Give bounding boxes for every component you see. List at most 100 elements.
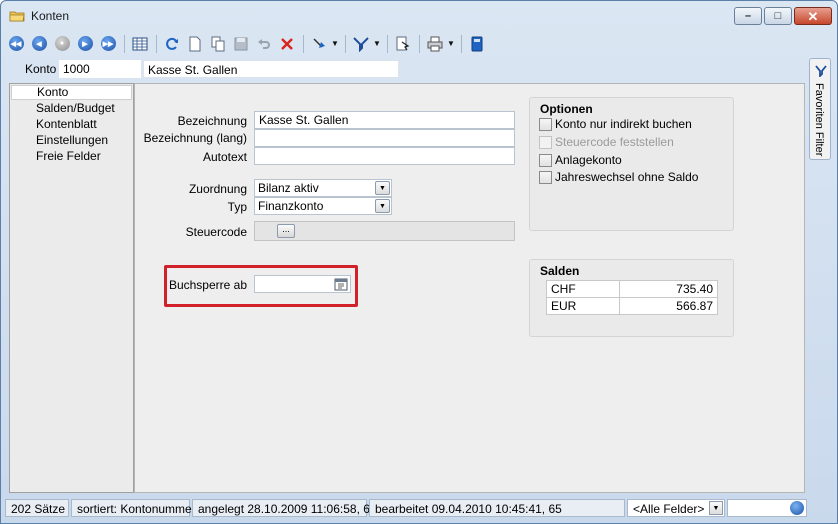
first-record-icon: ◀◀ xyxy=(8,36,24,51)
checkbox-box[interactable] xyxy=(539,170,552,184)
checkbox-box xyxy=(539,135,552,149)
filter-icon xyxy=(815,65,827,77)
prev-record-icon: ◀ xyxy=(31,36,47,51)
chevron-down-icon[interactable]: ▼ xyxy=(331,39,341,48)
konto-number-field[interactable]: 1000 xyxy=(59,60,141,78)
field-select-value: <Alle Felder> xyxy=(633,502,705,516)
table-row: EUR 566.87 xyxy=(545,297,718,315)
folder-icon xyxy=(9,11,25,22)
konto-header: Konto 1000 Kasse St. Gallen xyxy=(9,60,799,78)
steuercode-field: ... xyxy=(254,221,515,241)
salden-table: CHF 735.40 EUR 566.87 xyxy=(545,280,718,315)
bezeichnung-input[interactable]: Kasse St. Gallen xyxy=(254,111,515,129)
field-select[interactable]: <Alle Felder> ▼ xyxy=(627,499,725,517)
typ-select[interactable]: Finanzkonto ▼ xyxy=(254,197,392,215)
search-field[interactable] xyxy=(727,499,807,517)
checkbox-steuercode-feststellen: Steuercode feststellen xyxy=(539,134,674,150)
close-button[interactable]: ✕ xyxy=(794,7,832,25)
toolbar-separator xyxy=(461,34,462,53)
nav-item-konto[interactable]: Konto xyxy=(11,85,132,100)
first-record-button[interactable]: ◀◀ xyxy=(5,33,27,55)
checkbox-label: Jahreswechsel ohne Saldo xyxy=(555,170,699,184)
konto-name-field: Kasse St. Gallen xyxy=(143,60,399,78)
autotext-label: Autotext xyxy=(202,150,247,164)
chevron-down-icon[interactable]: ▼ xyxy=(375,181,390,195)
nav-item-freie-felder[interactable]: Freie Felder xyxy=(10,148,133,164)
grid-button[interactable] xyxy=(129,33,151,55)
optionen-group: Optionen Konto nur indirekt buchen Steue… xyxy=(529,97,734,231)
prev-record-button[interactable]: ◀ xyxy=(28,33,50,55)
refresh-icon xyxy=(166,37,178,50)
book-icon xyxy=(471,36,483,51)
left-navigation: Konto Salden/Budget Kontenblatt Einstell… xyxy=(9,83,134,493)
checkbox-box[interactable] xyxy=(539,153,552,167)
konto-label: Konto xyxy=(25,62,57,76)
print-icon xyxy=(427,36,443,51)
checkbox-konto-indirekt[interactable]: Konto nur indirekt buchen xyxy=(539,116,692,132)
typ-label: Typ xyxy=(227,200,247,214)
status-count: 202 Sätze xyxy=(5,499,69,517)
chevron-down-icon[interactable]: ▼ xyxy=(373,39,383,48)
amount-cell: 566.87 xyxy=(619,297,718,315)
stop-icon: ● xyxy=(54,36,70,51)
steuercode-label: Steuercode xyxy=(185,225,247,239)
zuordnung-select[interactable]: Bilanz aktiv ▼ xyxy=(254,179,392,197)
checkbox-anlagekonto[interactable]: Anlagekonto xyxy=(539,152,622,168)
checkbox-label: Steuercode feststellen xyxy=(555,135,674,149)
save-icon xyxy=(234,37,248,50)
nav-item-kontenblatt[interactable]: Kontenblatt xyxy=(10,116,133,132)
globe-icon[interactable] xyxy=(790,501,804,515)
optionen-title: Optionen xyxy=(540,102,593,116)
zuordnung-value: Bilanz aktiv xyxy=(258,181,319,195)
delete-button[interactable] xyxy=(276,33,298,55)
nav-item-einstellungen[interactable]: Einstellungen xyxy=(10,132,133,148)
checkbox-jahreswechsel[interactable]: Jahreswechsel ohne Saldo xyxy=(539,169,698,185)
undo-icon xyxy=(258,38,270,49)
toolbar-separator xyxy=(124,34,125,53)
steuercode-lookup-button[interactable]: ... xyxy=(277,224,295,238)
delete-icon xyxy=(281,37,293,50)
last-record-button[interactable]: ▶▶ xyxy=(97,33,119,55)
chevron-down-icon[interactable]: ▼ xyxy=(709,501,723,515)
typ-value: Finanzkonto xyxy=(258,199,324,213)
checkbox-label: Anlagekonto xyxy=(555,153,622,167)
salden-title: Salden xyxy=(540,264,580,278)
close-icon: ✕ xyxy=(807,8,819,24)
book-button[interactable] xyxy=(466,33,488,55)
new-button[interactable] xyxy=(184,33,206,55)
checkbox-box[interactable] xyxy=(539,117,552,131)
refresh-button[interactable] xyxy=(161,33,183,55)
nav-item-salden-budget[interactable]: Salden/Budget xyxy=(10,100,133,116)
minimize-button[interactable]: – xyxy=(734,7,762,25)
next-record-icon: ▶ xyxy=(77,36,93,51)
stop-button[interactable]: ● xyxy=(51,33,73,55)
maximize-button[interactable]: □ xyxy=(764,7,792,25)
toolbar-separator xyxy=(156,34,157,53)
pin-button[interactable] xyxy=(308,33,330,55)
filter-icon xyxy=(353,36,369,52)
bezeichnung-lang-input[interactable] xyxy=(254,129,515,147)
filter-button[interactable] xyxy=(350,33,372,55)
autotext-input[interactable] xyxy=(254,147,515,165)
print-button[interactable] xyxy=(424,33,446,55)
chevron-down-icon[interactable]: ▼ xyxy=(375,199,390,213)
checkbox-label: Konto nur indirekt buchen xyxy=(555,117,692,131)
status-sorted: sortiert: Kontonummer xyxy=(71,499,196,517)
save-button[interactable] xyxy=(230,33,252,55)
next-record-button[interactable]: ▶ xyxy=(74,33,96,55)
buchsperre-highlight xyxy=(164,265,358,307)
favoriten-filter-tab[interactable]: Favoriten Filter xyxy=(809,58,831,160)
toolbar-separator xyxy=(345,34,346,53)
copy-button[interactable] xyxy=(207,33,229,55)
status-bar: 202 Sätze sortiert: Kontonummer angelegt… xyxy=(5,497,835,519)
chevron-down-icon[interactable]: ▼ xyxy=(447,39,457,48)
minimize-icon: – xyxy=(744,9,752,22)
import-button[interactable] xyxy=(392,33,414,55)
new-icon xyxy=(189,36,201,51)
bezeichnung-lang-label: Bezeichnung (lang) xyxy=(143,131,247,145)
status-created: angelegt 28.10.2009 11:06:58, 69 xyxy=(192,499,377,517)
pin-icon xyxy=(313,37,325,48)
undo-button[interactable] xyxy=(253,33,275,55)
title-bar: Konten – □ ✕ xyxy=(1,1,837,31)
grid-icon xyxy=(132,37,148,50)
